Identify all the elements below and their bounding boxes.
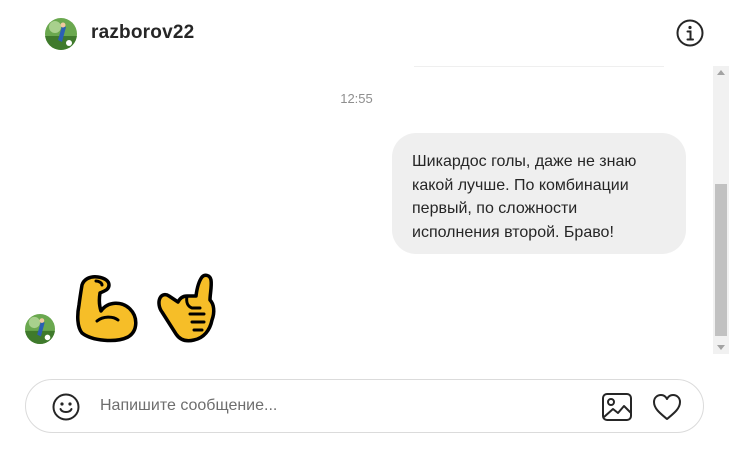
chat-username[interactable]: razborov22	[91, 22, 194, 44]
thread-scrollbar[interactable]	[713, 66, 729, 354]
scroll-down-arrow[interactable]	[717, 345, 725, 350]
scroll-up-arrow[interactable]	[717, 70, 725, 75]
message-composer	[25, 379, 704, 433]
sender-avatar[interactable]	[25, 314, 55, 344]
chat-header: razborov22	[0, 0, 729, 66]
message-input[interactable]	[100, 394, 580, 418]
profile-avatar[interactable]	[45, 18, 77, 50]
flexed-biceps-emoji[interactable]	[72, 271, 146, 345]
call-me-hand-emoji[interactable]	[156, 272, 218, 346]
message-line: первый, по сложности	[412, 200, 578, 217]
message-line: исполнения второй. Браво!	[412, 223, 614, 241]
message-line: какой лучше. По комбинации	[412, 176, 629, 194]
info-icon[interactable]	[676, 19, 704, 47]
avatar-image	[45, 18, 77, 50]
image-icon[interactable]	[601, 392, 633, 422]
message-timestamp: 12:55	[340, 91, 373, 106]
previous-message-edge	[414, 66, 664, 67]
outgoing-message-bubble[interactable]: Шикардос голы, даже не знаю какой лучше.…	[392, 133, 686, 254]
avatar-image	[25, 314, 55, 344]
message-line: Шикардос голы, даже не знаю	[412, 153, 637, 170]
smiley-icon[interactable]	[52, 393, 80, 421]
scroll-thumb[interactable]	[715, 184, 727, 336]
message-thread[interactable]: 12:55 Шикардос голы, даже не знаю какой …	[0, 66, 713, 354]
heart-icon[interactable]	[651, 392, 683, 422]
